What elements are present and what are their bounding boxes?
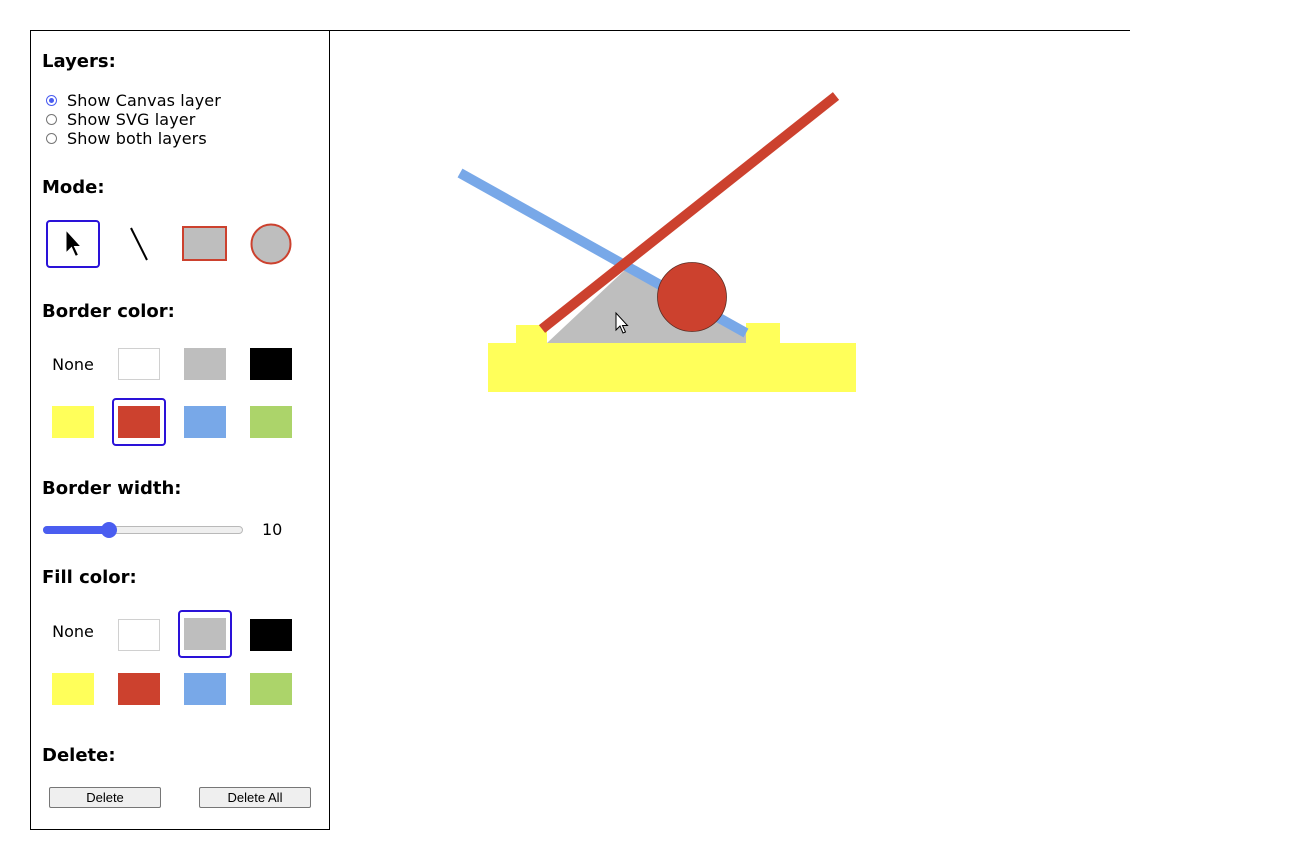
tool-panel: Layers: Show Canvas layer Show SVG layer… <box>30 30 330 830</box>
layers-heading: Layers: <box>42 51 116 72</box>
line-tool-button[interactable] <box>112 220 166 268</box>
color-swatch <box>52 673 94 705</box>
select-tool-button[interactable] <box>46 220 100 268</box>
yellow-base-rect[interactable] <box>488 343 856 392</box>
fill-swatch-black[interactable] <box>244 611 298 659</box>
radio-button[interactable] <box>46 114 57 125</box>
color-swatch <box>250 348 292 380</box>
color-swatch <box>184 406 226 438</box>
border-color-none[interactable]: None <box>46 340 100 388</box>
radio-show-both-layers[interactable]: Show both layers <box>46 129 207 148</box>
color-swatch <box>118 406 160 438</box>
border-swatch-black[interactable] <box>244 340 298 388</box>
radio-button[interactable] <box>46 133 57 144</box>
color-swatch <box>118 348 160 380</box>
color-swatch <box>52 406 94 438</box>
border-width-slider[interactable] <box>43 521 243 539</box>
yellow-right-block[interactable] <box>746 323 780 344</box>
color-swatch <box>118 673 160 705</box>
delete-heading: Delete: <box>42 745 116 766</box>
color-swatch <box>184 673 226 705</box>
drawing-canvas[interactable] <box>330 31 1130 828</box>
rectangle-icon <box>182 226 227 261</box>
border-swatch-yellow[interactable] <box>46 398 100 446</box>
fill-color-none[interactable]: None <box>46 607 100 655</box>
radio-show-svg-layer[interactable]: Show SVG layer <box>46 110 195 129</box>
radio-label: Show Canvas layer <box>67 91 221 110</box>
arrow-pointer-icon <box>65 229 83 258</box>
color-swatch <box>250 406 292 438</box>
border-width-heading: Border width: <box>42 478 182 499</box>
radio-label: Show both layers <box>67 129 207 148</box>
border-swatch-red[interactable] <box>112 398 166 446</box>
none-label: None <box>52 621 94 641</box>
radio-show-canvas-layer[interactable]: Show Canvas layer <box>46 91 221 110</box>
fill-color-heading: Fill color: <box>42 567 137 588</box>
fill-swatch-gray[interactable] <box>178 610 232 658</box>
rectangle-tool-button[interactable] <box>178 220 232 268</box>
fill-swatch-green[interactable] <box>244 665 298 713</box>
circle-tool-button[interactable] <box>244 220 298 268</box>
radio-label: Show SVG layer <box>67 110 196 129</box>
radio-button[interactable] <box>46 95 57 106</box>
fill-swatch-red[interactable] <box>112 665 166 713</box>
color-swatch <box>184 618 226 650</box>
fill-swatch-white[interactable] <box>112 611 166 659</box>
color-swatch <box>184 348 226 380</box>
color-swatch <box>250 619 292 651</box>
circle-icon <box>250 223 292 265</box>
delete-button[interactable]: Delete <box>49 787 161 808</box>
slider-thumb[interactable] <box>101 522 117 538</box>
color-swatch <box>250 673 292 705</box>
delete-all-button[interactable]: Delete All <box>199 787 311 808</box>
border-color-heading: Border color: <box>42 301 175 322</box>
fill-swatch-yellow[interactable] <box>46 665 100 713</box>
color-swatch <box>118 619 160 651</box>
line-icon <box>130 227 148 261</box>
border-swatch-white[interactable] <box>112 340 166 388</box>
border-swatch-blue[interactable] <box>178 398 232 446</box>
border-swatch-green[interactable] <box>244 398 298 446</box>
mode-heading: Mode: <box>42 177 105 198</box>
none-label: None <box>52 354 94 374</box>
fill-swatch-blue[interactable] <box>178 665 232 713</box>
slider-fill <box>43 526 109 534</box>
red-circle[interactable] <box>657 262 727 332</box>
border-swatch-gray[interactable] <box>178 340 232 388</box>
border-width-value: 10 <box>262 520 283 539</box>
